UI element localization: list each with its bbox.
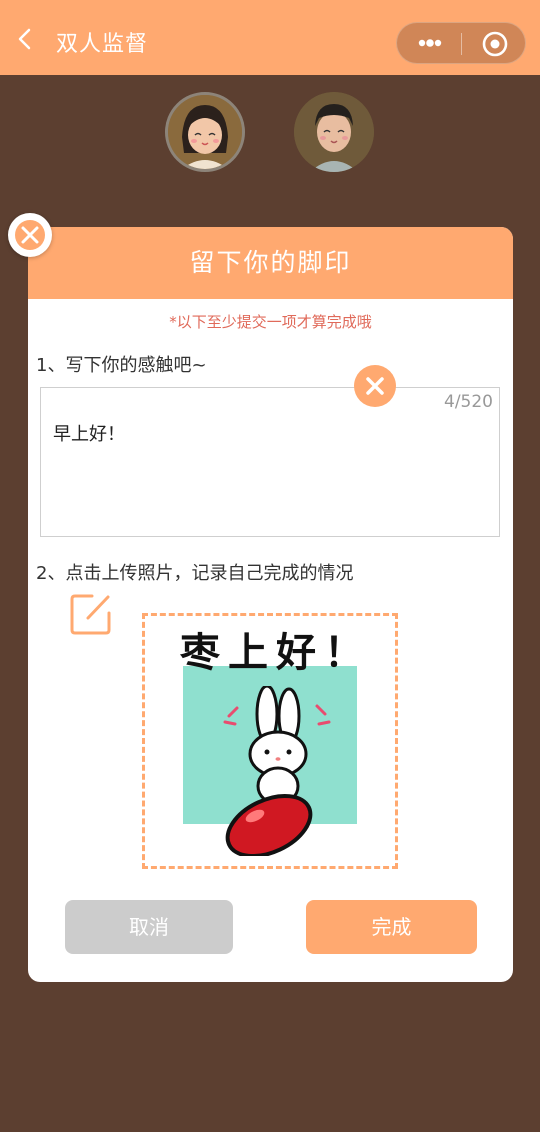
rabbit-sticker-image [223, 686, 331, 856]
dialog-title: 留下你的脚印 [28, 227, 513, 299]
remove-photo-button[interactable] [354, 365, 396, 407]
feeling-textarea[interactable]: 4/520 早上好！ [40, 387, 500, 537]
close-dialog-button[interactable] [8, 213, 52, 257]
capsule-divider [461, 33, 462, 55]
required-notice: *以下至少提交一项才算完成哦 [169, 313, 372, 331]
girl-avatar[interactable] [165, 92, 245, 172]
boy-avatar[interactable] [294, 92, 374, 172]
page-title: 双人监督 [56, 32, 149, 57]
mini-program-capsule [396, 22, 526, 64]
feeling-text[interactable]: 早上好！ [53, 420, 125, 446]
target-icon[interactable] [482, 31, 508, 57]
edit-icon[interactable] [68, 591, 114, 637]
more-dots-icon[interactable] [415, 33, 445, 53]
done-button[interactable]: 完成 [306, 900, 477, 954]
footprint-dialog: 留下你的脚印 *以下至少提交一项才算完成哦 1、写下你的感触吧~ 4/520 早… [28, 227, 513, 982]
close-icon [15, 220, 45, 250]
char-counter: 4/520 [444, 392, 493, 412]
chevron-left-icon[interactable] [14, 28, 36, 50]
photo-caption: 枣上好！ [180, 630, 372, 676]
uploaded-photo-frame[interactable]: 枣上好！ [142, 613, 398, 869]
close-icon [366, 377, 384, 395]
cancel-button[interactable]: 取消 [65, 900, 233, 954]
question-2-label: 2、点击上传照片，记录自己完成的情况 [36, 563, 354, 584]
top-bar: 双人监督 [0, 0, 540, 75]
question-1-label: 1、写下你的感触吧~ [36, 355, 207, 376]
